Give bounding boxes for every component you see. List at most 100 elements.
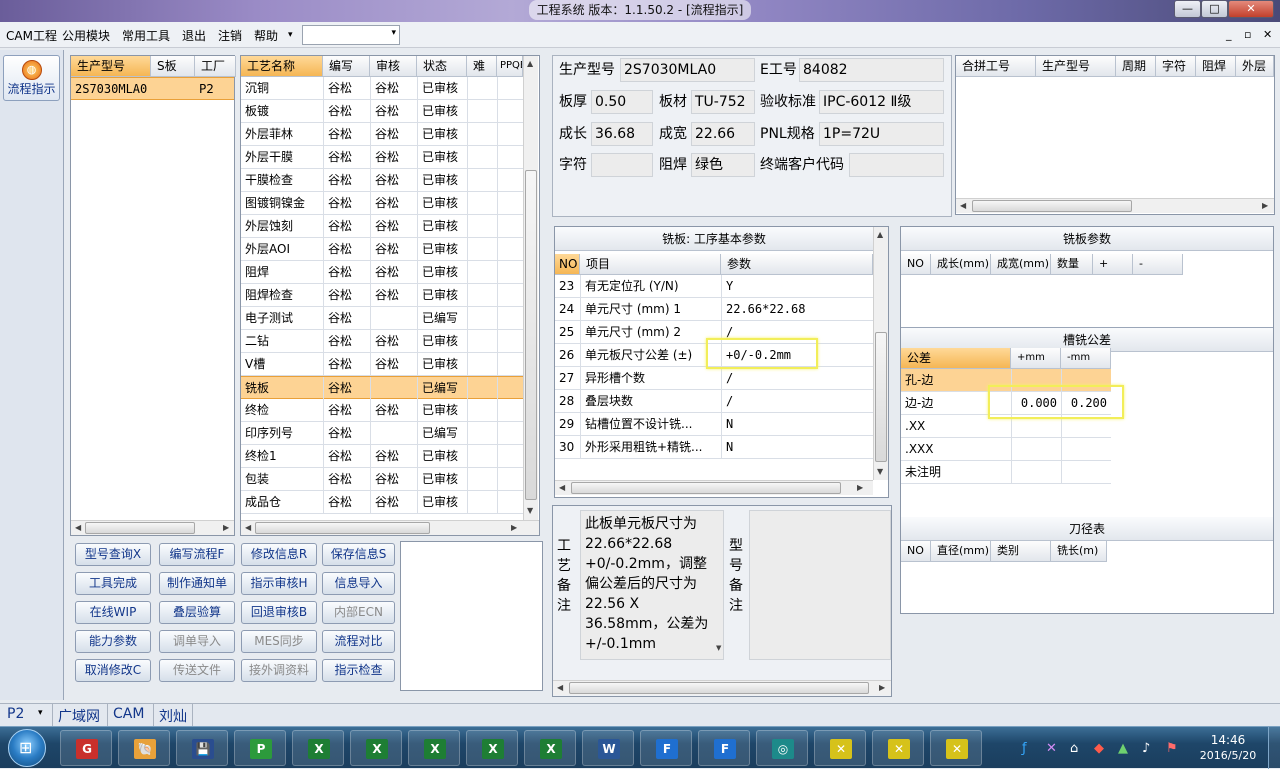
scroll-up-icon[interactable]: ▲ [527,59,533,68]
col-process-name[interactable]: 工艺名称 [241,56,323,77]
tool-col[interactable]: 类别 [991,541,1051,562]
chevron-down-icon[interactable]: ▾ [38,708,43,718]
remark-hscroll[interactable]: ◀ ▶ [553,680,891,695]
close-button[interactable]: ✕ [1228,0,1274,18]
process-remark-text[interactable]: 此板单元板尺寸为22.66*22.68 +0/-0.2mm，调整偏公差后的尺寸为… [580,510,724,660]
action-button[interactable]: 信息导入 [322,572,395,595]
action-button[interactable]: 叠层验算 [159,601,235,624]
col-reviewer[interactable]: 审核 [370,56,417,77]
sidebar-item-flow-instruction[interactable]: ◍ 流程指示 [3,55,60,101]
tray-network-icon[interactable]: ⌂ [1070,741,1078,756]
mill-col[interactable]: + [1093,254,1133,275]
col-writer[interactable]: 编写 [323,56,370,77]
param-row[interactable]: 30 外形采用粗铣+精铣... N [555,436,873,459]
action-button[interactable]: 能力参数 [75,630,151,653]
field-length[interactable]: 36.68 [591,122,653,146]
action-button[interactable]: 流程对比 [322,630,395,653]
scroll-down-icon[interactable]: ▼ [877,467,883,476]
tray-f-icon[interactable]: ƒ [1022,741,1027,756]
taskbar-app-button[interactable]: P [234,730,286,766]
process-row[interactable]: 板镀 谷松 谷松 已审核 [241,100,523,123]
scroll-left-icon[interactable]: ◀ [245,523,251,532]
action-button[interactable]: 指示审核H [241,572,317,595]
scroll-down-icon[interactable]: ▼ [527,506,533,515]
action-button[interactable]: 保存信息S [322,543,395,566]
action-button[interactable]: 在线WIP [75,601,151,624]
field-eno[interactable]: 84082 [799,58,944,82]
tool-col[interactable]: 直径(mm) [931,541,991,562]
combined-col[interactable]: 周期 [1116,56,1156,77]
tray-volume-icon[interactable]: ♪ [1142,741,1150,756]
tray-x-icon[interactable]: ✕ [1046,741,1057,756]
show-desktop-button[interactable] [1268,727,1280,769]
scroll-right-icon[interactable]: ▶ [1262,201,1268,210]
tray-shield-icon[interactable]: ◆ [1094,741,1104,756]
scroll-thumb[interactable] [571,482,841,494]
mdi-minimize-button[interactable]: _ [1226,28,1232,41]
field-pnl[interactable]: 1P=72U [819,122,944,146]
scroll-thumb[interactable] [972,200,1132,212]
scroll-down-icon[interactable]: ▼ [716,644,724,658]
taskbar-app-button[interactable]: ◎ [756,730,808,766]
process-row[interactable]: 终检 谷松 谷松 已审核 [241,399,523,422]
mill-col[interactable]: NO [901,254,931,275]
tool-col[interactable]: 铣长(m) [1051,541,1107,562]
action-button[interactable]: MES同步 [241,630,317,653]
col-value[interactable]: 参数 [721,254,873,275]
field-char[interactable] [591,153,653,177]
mill-col[interactable]: - [1133,254,1183,275]
col-difficulty[interactable]: 难 [467,56,497,77]
process-row[interactable]: 包装 谷松 谷松 已审核 [241,468,523,491]
scroll-thumb[interactable] [569,682,869,694]
taskbar-app-button[interactable]: ✕ [872,730,924,766]
tray-flag-icon[interactable]: ▲ [1118,741,1128,756]
taskbar-app-button[interactable]: 💾 [176,730,228,766]
action-button[interactable]: 传送文件 [159,659,235,682]
params-vscroll[interactable]: ▲ ▼ [873,227,888,480]
taskbar-app-button[interactable]: X [292,730,344,766]
start-button[interactable]: ⊞ [8,729,46,767]
tool-col[interactable]: NO [901,541,931,562]
taskbar-app-button[interactable]: W [582,730,634,766]
field-mask[interactable]: 绿色 [691,153,755,177]
scroll-left-icon[interactable]: ◀ [960,201,966,210]
tray-alert-icon[interactable]: ⚑ [1166,741,1178,756]
col-status[interactable]: 状态 [417,56,467,77]
process-row[interactable]: 阻焊 谷松 谷松 已审核 [241,261,523,284]
col-item[interactable]: 项目 [580,254,721,275]
maximize-button[interactable]: □ [1201,0,1228,18]
taskbar-app-button[interactable]: F [640,730,692,766]
model-row[interactable]: 2S7030MLA0 P2 [71,77,234,100]
mill-col[interactable]: 数量 [1051,254,1093,275]
col-ppqe[interactable]: PPQE [497,56,523,77]
scroll-thumb[interactable] [85,522,195,534]
process-row[interactable]: 印序列号 谷松 已编写 [241,422,523,445]
action-button[interactable]: 编写流程F [159,543,235,566]
process-row[interactable]: 图镀铜镍金 谷松 谷松 已审核 [241,192,523,215]
clock-date[interactable]: 2016/5/20 [1193,749,1263,762]
taskbar-app-button[interactable]: F [698,730,750,766]
col-model[interactable]: 生产型号 [71,56,151,77]
action-button[interactable]: 修改信息R [241,543,317,566]
mdi-restore-button[interactable]: ▫ [1244,28,1251,41]
col-s-board[interactable]: S板 [151,56,195,77]
scroll-left-icon[interactable]: ◀ [557,683,563,692]
col-factory[interactable]: 工厂 [195,56,236,77]
help-dropdown-icon[interactable]: ▾ [288,30,293,40]
status-site[interactable]: P2 [7,706,24,722]
tolerance-row[interactable]: .XXX [901,438,1111,461]
scroll-up-icon[interactable]: ▲ [877,230,883,239]
action-button[interactable]: 工具完成 [75,572,151,595]
scroll-thumb[interactable] [875,332,887,462]
menu-exit[interactable]: 退出 [182,27,206,44]
combined-hscroll[interactable]: ◀ ▶ [956,198,1274,213]
scroll-left-icon[interactable]: ◀ [559,483,565,492]
action-button[interactable]: 取消修改C [75,659,151,682]
scroll-right-icon[interactable]: ▶ [879,683,885,692]
action-button[interactable]: 调单导入 [159,630,235,653]
col-plus-mm[interactable]: +mm [1011,348,1061,369]
process-row[interactable]: 外层AOI 谷松 谷松 已审核 [241,238,523,261]
action-button[interactable]: 指示检查 [322,659,395,682]
scroll-left-icon[interactable]: ◀ [75,523,81,532]
taskbar-app-button[interactable]: X [408,730,460,766]
